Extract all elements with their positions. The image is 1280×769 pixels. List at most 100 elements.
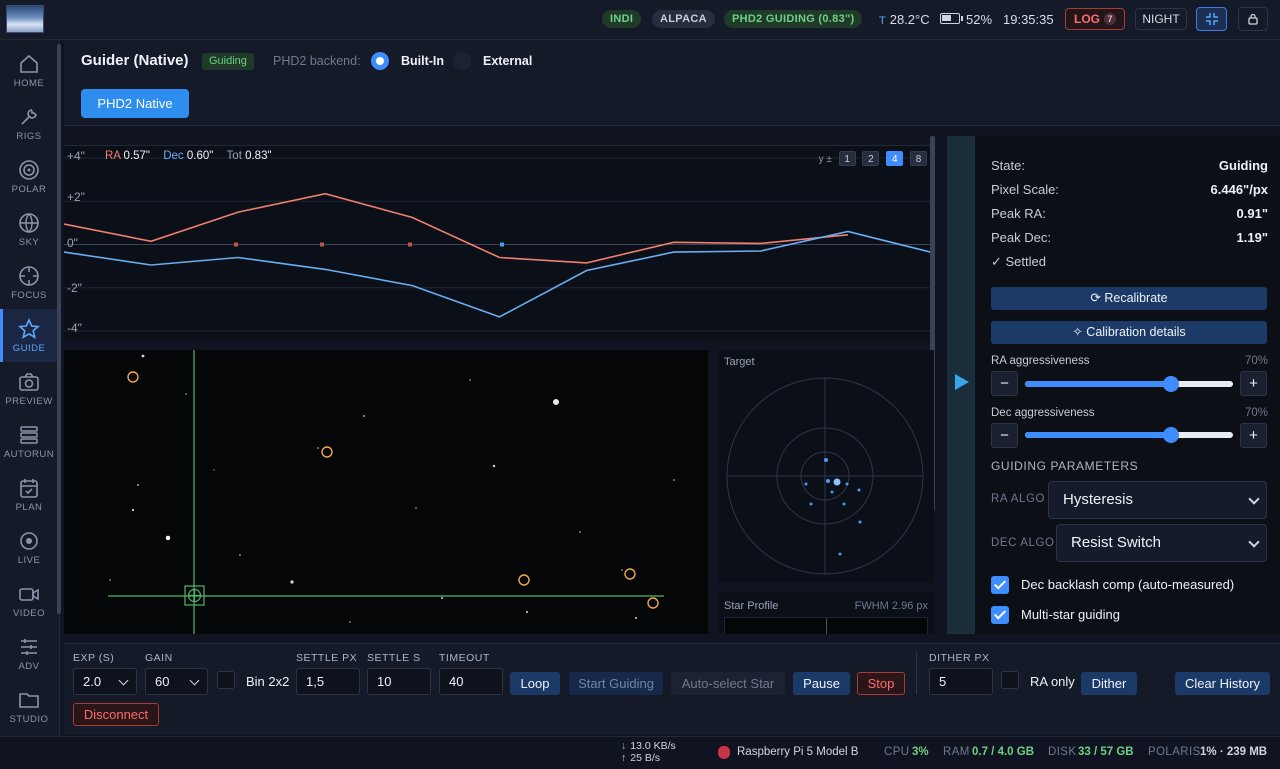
night-mode-button[interactable]: NIGHT xyxy=(1135,8,1187,30)
raspberry-icon xyxy=(718,746,730,759)
y-tick-label: -4" xyxy=(67,321,82,335)
guiding-parameters-title: GUIDING PARAMETERS xyxy=(991,459,1139,473)
ram-value: 0.7 / 4.0 GB xyxy=(972,746,1035,758)
guide-camera-image[interactable] xyxy=(64,350,708,634)
ra-only-checkbox[interactable] xyxy=(1001,671,1019,689)
timeout-label: TIMEOUT xyxy=(439,652,490,664)
home-icon xyxy=(20,54,38,73)
slider-thumb[interactable] xyxy=(1162,376,1179,392)
exposure-label: EXP (S) xyxy=(73,652,115,664)
bin-2x2-label[interactable]: Bin 2x2 xyxy=(246,674,289,689)
dec-backlash-checkbox[interactable] xyxy=(991,576,1009,594)
alpaca-status-pill[interactable]: ALPACA xyxy=(652,10,715,28)
dec-backlash-label[interactable]: Dec backlash comp (auto-measured) xyxy=(1021,577,1234,592)
dec-algo-select[interactable]: Resist Switch xyxy=(1056,524,1267,562)
auto-select-star-button[interactable]: Auto-select Star xyxy=(671,672,785,695)
play-arrow-icon[interactable] xyxy=(955,374,969,390)
indi-status-pill[interactable]: INDI xyxy=(602,10,642,28)
recalibrate-button[interactable]: ⟳ Recalibrate xyxy=(991,287,1267,310)
target-plot: Target xyxy=(718,350,934,583)
sidebar-item-rigs[interactable]: RIGS xyxy=(0,97,58,150)
sidebar-item-label: PLAN xyxy=(15,502,43,513)
y-scale-option-8[interactable]: 8 xyxy=(910,151,927,166)
start-guiding-button[interactable]: Start Guiding xyxy=(569,672,663,695)
legend-tot-label: Tot xyxy=(226,150,242,162)
sidebar-item-guide[interactable]: GUIDE xyxy=(0,309,58,362)
peak-dec-value: 1.19" xyxy=(1236,230,1268,245)
backend-option-builtin-label[interactable]: Built-In xyxy=(401,54,444,68)
stop-button[interactable]: Stop xyxy=(857,672,905,695)
disconnect-button[interactable]: Disconnect xyxy=(73,703,159,726)
sidebar-item-label: HOME xyxy=(13,78,45,89)
pixel-scale-label: Pixel Scale: xyxy=(991,182,1059,197)
sidebar-item-video[interactable]: VIDEO xyxy=(0,574,58,627)
sidebar-item-polar[interactable]: POLAR xyxy=(0,150,58,203)
sidebar-item-preview[interactable]: PREVIEW xyxy=(0,362,58,415)
log-button[interactable]: LOG 7 xyxy=(1065,8,1125,30)
exposure-select[interactable]: 2.0 xyxy=(73,668,137,695)
timeout-input[interactable]: 40 xyxy=(439,668,503,695)
backend-label: PHD2 backend: xyxy=(273,54,361,68)
fullscreen-button[interactable] xyxy=(1196,7,1227,31)
exposure-value: 2.0 xyxy=(83,674,102,689)
sidebar-item-label: PREVIEW xyxy=(5,396,53,407)
lock-button[interactable] xyxy=(1238,7,1268,31)
dec-aggressiveness-decrease-button[interactable]: − xyxy=(991,423,1018,448)
sidebar-item-label: POLAR xyxy=(11,184,47,195)
ra-aggressiveness-increase-button[interactable]: + xyxy=(1240,371,1267,396)
guiding-controls: EXP (S) 2.0 GAIN 60 Bin 2x2 SETTLE PX 1,… xyxy=(64,643,1280,735)
cpu-label: CPU xyxy=(884,746,910,758)
backend-radio-builtin[interactable] xyxy=(371,52,389,70)
sidebar-item-focus[interactable]: FOCUS xyxy=(0,256,58,309)
y-tick-label: +4" xyxy=(67,149,85,163)
pause-button[interactable]: Pause xyxy=(793,672,850,695)
page-header: Guider (Native) Guiding PHD2 backend: Bu… xyxy=(64,40,1280,84)
tab-phd2-native[interactable]: PHD2 Native xyxy=(81,89,189,118)
clear-history-button[interactable]: Clear History xyxy=(1175,672,1270,695)
y-scale-option-1[interactable]: 1 xyxy=(838,151,856,166)
dither-px-input[interactable]: 5 xyxy=(929,668,993,695)
ra-aggressiveness-percent: 70% xyxy=(1244,355,1268,367)
settle-px-input[interactable]: 1,5 xyxy=(296,668,360,695)
sidebar-scrollbar[interactable] xyxy=(57,44,61,614)
calibration-details-button[interactable]: ✧ Calibration details xyxy=(991,321,1267,344)
ra-algo-select[interactable]: Hysteresis xyxy=(1048,481,1267,519)
y-scale-option-4[interactable]: 4 xyxy=(886,151,904,166)
loop-button[interactable]: Loop xyxy=(510,672,560,695)
y-scale-selector: y ± 1 2 4 8 xyxy=(819,151,927,166)
clock: 19:35:35 xyxy=(1003,12,1054,27)
gain-select[interactable]: 60 xyxy=(145,668,208,695)
sidebar-item-sky[interactable]: SKY xyxy=(0,203,58,256)
y-scale-option-2[interactable]: 2 xyxy=(862,151,880,166)
dither-button[interactable]: Dither xyxy=(1081,672,1137,695)
sidebar-item-plan[interactable]: PLAN xyxy=(0,468,58,521)
sidebar-item-adv[interactable]: ADV xyxy=(0,627,58,680)
bin-2x2-checkbox[interactable] xyxy=(217,671,235,689)
backend-radio-external[interactable] xyxy=(453,52,471,70)
sidebar-item-home[interactable]: HOME xyxy=(0,44,58,97)
panel-collapse-strip[interactable] xyxy=(947,136,975,634)
dec-algo-value: Resist Switch xyxy=(1071,534,1162,551)
device-name: Raspberry Pi 5 Model B xyxy=(737,746,859,758)
slider-fill xyxy=(1025,381,1171,387)
app-logo[interactable] xyxy=(6,5,44,33)
sidebar-item-label: RIGS xyxy=(16,131,42,142)
multistar-checkbox[interactable] xyxy=(991,606,1009,624)
ra-aggressiveness-slider[interactable] xyxy=(1025,376,1233,392)
dec-aggressiveness-increase-button[interactable]: + xyxy=(1240,423,1267,448)
sidebar-item-live[interactable]: LIVE xyxy=(0,521,58,574)
slider-thumb[interactable] xyxy=(1162,427,1179,443)
ra-aggressiveness-label: RA aggressiveness xyxy=(991,355,1090,367)
live-dot-icon xyxy=(20,532,38,550)
sidebar-item-autorun[interactable]: AUTORUN xyxy=(0,415,58,468)
sidebar-item-studio[interactable]: STUDIO xyxy=(0,680,58,733)
settle-s-input[interactable]: 10 xyxy=(367,668,431,695)
guide-graph-plot xyxy=(64,157,935,332)
backend-option-external-label[interactable]: External xyxy=(483,54,532,68)
phd2-status-pill[interactable]: PHD2 GUIDING (0.83") xyxy=(724,10,863,28)
ra-aggressiveness-decrease-button[interactable]: − xyxy=(991,371,1018,396)
multistar-label[interactable]: Multi-star guiding xyxy=(1021,607,1120,622)
ra-only-label[interactable]: RA only xyxy=(1030,674,1075,689)
dec-aggressiveness-slider[interactable] xyxy=(1025,427,1233,443)
video-icon xyxy=(19,588,39,601)
